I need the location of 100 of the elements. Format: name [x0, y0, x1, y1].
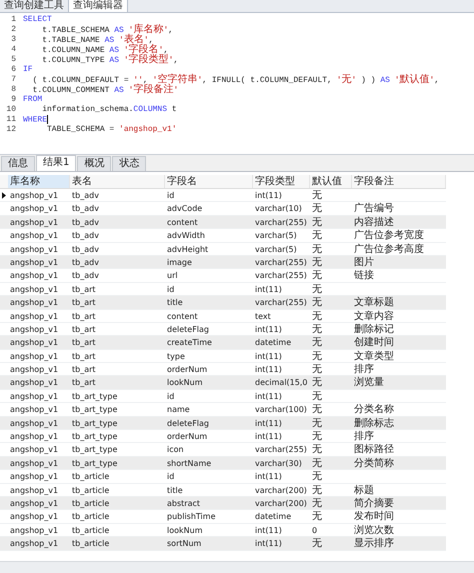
- table-cell: createTime: [167, 338, 212, 348]
- table-row[interactable]: angshop_v1 tb_art_type deleteFlag int(11) 无 删除标志: [0, 416, 446, 430]
- table-cell: tb_adv: [72, 231, 99, 240]
- table-cell: lookNum: [167, 378, 202, 388]
- table-row[interactable]: angshop_v1 tb_art id int(11) 无: [0, 282, 446, 296]
- column-header[interactable]: 字段类型: [253, 175, 310, 188]
- column-header[interactable]: 字段名: [165, 175, 253, 188]
- table-row[interactable]: angshop_v1 tb_article lookNum int(11) 0 浏览次数: [0, 524, 446, 538]
- table-row[interactable]: angshop_v1 tb_art_type icon varchar(255) 无 图标路径: [0, 443, 446, 457]
- table-row[interactable]: angshop_v1 tb_art createTime datetime 无 创建时间: [0, 336, 446, 350]
- table-cell: url: [167, 271, 178, 280]
- table-cell: tb_art_type: [72, 445, 118, 454]
- table-cell: tb_art: [72, 284, 96, 294]
- table-cell: 文章标题: [354, 298, 394, 308]
- table-row[interactable]: angshop_v1 tb_art title varchar(255) 无 文章标题: [0, 296, 446, 310]
- table-row[interactable]: angshop_v1 tb_adv content varchar(255) 无 内容描述: [0, 216, 446, 230]
- table-row[interactable]: angshop_v1 tb_article publishTime datetime 无 发布时间: [0, 510, 446, 524]
- table-cell: angshop_v1: [10, 539, 58, 548]
- table-cell: tb_article: [72, 539, 110, 548]
- table-cell: deleteFlag: [167, 418, 210, 428]
- column-header[interactable]: 默认值: [310, 175, 352, 188]
- table-cell: 简介摘要: [354, 498, 394, 508]
- table-cell: 无: [312, 258, 322, 267]
- table-cell: int(11): [255, 432, 282, 442]
- table-cell: angshop_v1: [10, 405, 58, 414]
- table-cell: angshop_v1: [10, 498, 58, 508]
- table-row[interactable]: angshop_v1 tb_art_type orderNum int(11) 无 排序: [0, 430, 446, 444]
- editor-tab[interactable]: 查询编辑器: [68, 0, 128, 12]
- table-cell: decimal(15,0: [255, 378, 308, 388]
- code-line: TABLE_SCHEMA = 'angshop_v1': [46, 125, 177, 135]
- table-row[interactable]: angshop_v1 tb_adv id int(11) 无: [0, 189, 446, 202]
- table-cell: 无: [312, 271, 322, 280]
- table-row[interactable]: angshop_v1 tb_adv image varchar(255) 无 图片: [0, 256, 446, 270]
- table-cell: tb_art: [72, 324, 96, 334]
- column-header[interactable]: 字段备注: [352, 175, 446, 188]
- table-cell: 无: [312, 539, 322, 548]
- line-number: 9: [10, 95, 16, 105]
- table-cell: 文章类型: [354, 352, 394, 361]
- line-number: 10: [5, 105, 16, 115]
- line-number: 2: [10, 25, 16, 35]
- table-row[interactable]: angshop_v1 tb_art_type id int(11) 无: [0, 390, 446, 404]
- table-row[interactable]: angshop_v1 tb_art content text 无 文章内容: [0, 310, 446, 323]
- table-cell: 文章内容: [354, 312, 394, 321]
- table-cell: tb_art_type: [72, 392, 118, 401]
- table-row[interactable]: angshop_v1 tb_article sortNum int(11) 无 显示排序: [0, 537, 446, 551]
- table-cell: int(11): [255, 352, 282, 361]
- table-cell: tb_art_type: [72, 458, 118, 468]
- table-row[interactable]: angshop_v1 tb_adv advHeight varchar(5) 无 广告位参考高度: [0, 242, 446, 256]
- table-row[interactable]: angshop_v1 tb_art deleteFlag int(11) 无 删除标记: [0, 322, 446, 336]
- table-cell: varchar(5): [255, 231, 297, 240]
- table-row[interactable]: angshop_v1 tb_adv advWidth varchar(5) 无 广告位参考宽度: [0, 229, 446, 243]
- table-cell: tb_adv: [72, 191, 99, 200]
- table-row[interactable]: angshop_v1 tb_art lookNum decimal(15,0 无 浏览量: [0, 376, 446, 390]
- table-cell: 无: [312, 472, 322, 482]
- table-cell: int(11): [255, 539, 282, 548]
- table-row[interactable]: angshop_v1 tb_art_type name varchar(100) 无 分类名称: [0, 403, 446, 417]
- table-cell: publishTime: [167, 512, 216, 522]
- table-cell: advCode: [167, 204, 202, 214]
- table-cell: angshop_v1: [10, 365, 58, 374]
- table-row[interactable]: angshop_v1 tb_adv url varchar(255) 无 链接: [0, 269, 446, 283]
- table-row[interactable]: angshop_v1 tb_article abstract varchar(200) 无 简介摘要: [0, 496, 446, 510]
- table-cell: int(11): [255, 284, 282, 294]
- table-cell: angshop_v1: [10, 271, 58, 280]
- table-cell: tb_adv: [72, 258, 99, 267]
- table-row[interactable]: angshop_v1 tb_art orderNum int(11) 无 排序: [0, 363, 446, 376]
- table-cell: tb_adv: [72, 244, 99, 254]
- table-cell: tb_art: [72, 378, 96, 388]
- table-row[interactable]: angshop_v1 tb_article title varchar(200) 无 标题: [0, 484, 446, 497]
- table-row[interactable]: angshop_v1 tb_art type int(11) 无 文章类型: [0, 350, 446, 364]
- table-cell: 无: [312, 324, 322, 334]
- table-row[interactable]: angshop_v1 tb_adv advCode varchar(10) 无 广告编号: [0, 202, 446, 216]
- table-cell: 无: [312, 498, 322, 508]
- column-header[interactable]: 表名: [70, 175, 165, 188]
- table-cell: varchar(255): [255, 258, 307, 267]
- table-cell: 删除标记: [354, 324, 394, 334]
- table-cell: 无: [312, 231, 322, 240]
- result-tab[interactable]: 信息: [1, 156, 35, 171]
- column-header[interactable]: 库名称: [8, 175, 70, 188]
- result-tab[interactable]: 概况: [77, 156, 112, 171]
- table-cell: 图标路径: [354, 445, 394, 454]
- table-cell: 无: [312, 486, 322, 495]
- table-cell: 排序: [354, 432, 374, 442]
- table-cell: int(11): [255, 392, 282, 401]
- result-tab[interactable]: 结果1: [36, 155, 76, 171]
- table-cell: orderNum: [167, 432, 208, 442]
- table-cell: 发布时间: [354, 512, 394, 522]
- table-cell: 无: [312, 191, 322, 200]
- table-cell: 无: [312, 204, 322, 214]
- table-row[interactable]: angshop_v1 tb_art_type shortName varchar(30) 无 分类简称: [0, 456, 446, 470]
- table-row[interactable]: angshop_v1 tb_article id int(11) 无: [0, 470, 446, 484]
- table-cell: varchar(10): [255, 204, 302, 214]
- table-cell: tb_art_type: [72, 418, 118, 428]
- table-cell: tb_art: [72, 352, 96, 361]
- table-cell: shortName: [167, 458, 212, 468]
- table-cell: 显示排序: [354, 539, 394, 548]
- table-cell: 无: [312, 418, 322, 428]
- result-tab[interactable]: 状态: [112, 156, 146, 171]
- editor-tab[interactable]: 查询创建工具: [0, 0, 68, 12]
- table-cell: id: [167, 472, 174, 482]
- table-cell: title: [167, 486, 183, 495]
